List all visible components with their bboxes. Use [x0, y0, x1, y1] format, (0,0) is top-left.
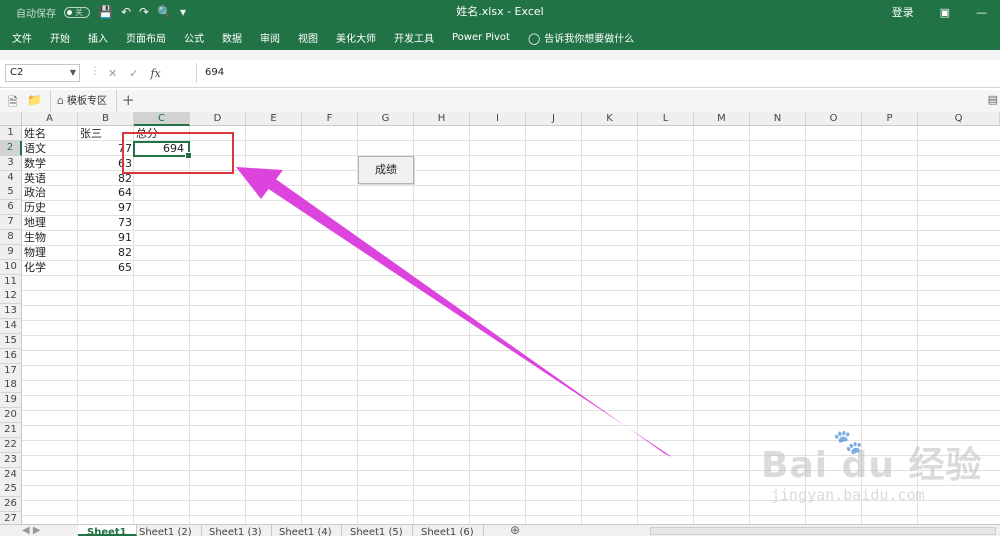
horizontal-scrollbar[interactable] [650, 527, 996, 535]
baidu-watermark: 🐾 Bai du 经验 jingyan.baidu.com [755, 428, 995, 516]
sheet-tab-bar: ◀ ▶ ⊕ Sheet1 Sheet1 (2) Sheet1 (3) Sheet1 (… [0, 524, 1000, 536]
sheet-tab-2[interactable]: Sheet1 (3) [200, 525, 272, 536]
sheet-nav-icon[interactable]: ◀ ▶ [22, 525, 41, 536]
watermark-logo: Bai du 经验 [761, 445, 983, 486]
sheet-tab-1[interactable]: Sheet1 (2) [130, 525, 202, 536]
sheet-tab-3[interactable]: Sheet1 (4) [270, 525, 342, 536]
add-sheet-icon[interactable]: ⊕ [510, 525, 520, 536]
sheet-tab-5[interactable]: Sheet1 (6) [412, 525, 484, 536]
watermark-url: jingyan.baidu.com [771, 486, 925, 504]
sheet-tab-4[interactable]: Sheet1 (5) [341, 525, 413, 536]
sheet-tab-0[interactable]: Sheet1 [78, 525, 137, 536]
arrow-shaft [264, 175, 672, 457]
